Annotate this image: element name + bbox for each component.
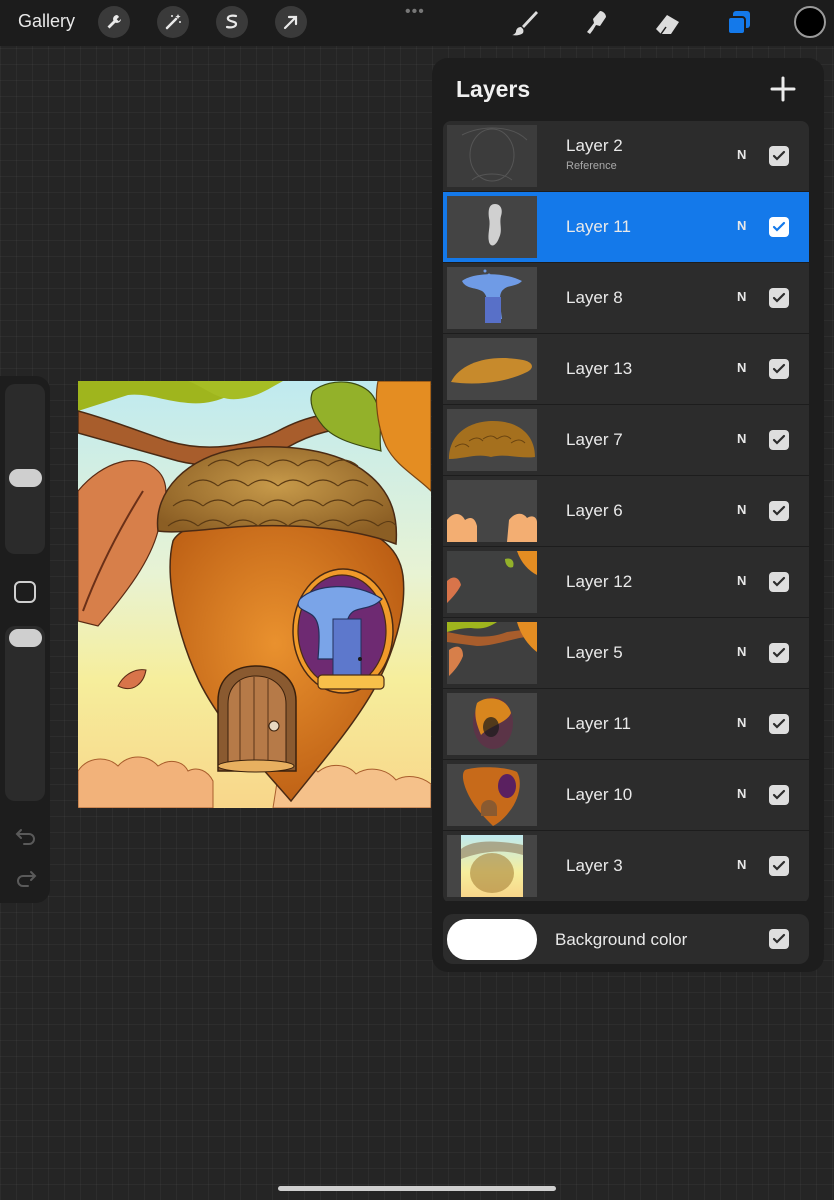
layer-row[interactable]: Layer 6 N bbox=[443, 476, 809, 547]
checkmark-icon bbox=[772, 292, 786, 303]
layer-name: Layer 12 bbox=[566, 572, 633, 591]
layers-icon[interactable] bbox=[722, 6, 756, 40]
layer-thumbnail bbox=[447, 764, 537, 826]
background-color-label: Background color bbox=[555, 930, 688, 949]
checkmark-icon bbox=[772, 363, 786, 374]
layer-thumbnail bbox=[447, 196, 537, 258]
more-options-icon[interactable]: ••• bbox=[405, 3, 425, 21]
visibility-checkbox[interactable] bbox=[769, 785, 789, 805]
layer-thumbnail bbox=[447, 409, 537, 471]
layer-name: Layer 10 bbox=[566, 785, 633, 804]
blend-mode-button[interactable]: N bbox=[737, 289, 746, 304]
layer-name: Layer 3 bbox=[566, 856, 623, 875]
visibility-checkbox[interactable] bbox=[769, 572, 789, 592]
checkmark-icon bbox=[772, 505, 786, 516]
layer-row-selected[interactable]: Layer 11 N bbox=[443, 192, 809, 263]
blend-mode-button[interactable]: N bbox=[737, 147, 746, 162]
checkmark-icon bbox=[772, 647, 786, 658]
layer-row[interactable]: Layer 8 N bbox=[443, 263, 809, 334]
layer-thumbnail bbox=[447, 835, 537, 897]
transform-arrow-icon[interactable] bbox=[275, 6, 307, 38]
blend-mode-button[interactable]: N bbox=[737, 786, 746, 801]
blend-mode-button[interactable]: N bbox=[737, 431, 746, 446]
left-sidebar bbox=[0, 376, 50, 903]
visibility-checkbox[interactable] bbox=[769, 929, 789, 949]
blend-mode-button[interactable]: N bbox=[737, 573, 746, 588]
checkmark-icon bbox=[772, 221, 786, 232]
drawing-canvas[interactable] bbox=[78, 381, 431, 808]
layer-row[interactable]: Layer 2 Reference N bbox=[443, 121, 809, 192]
checkmark-icon bbox=[772, 434, 786, 445]
layer-row[interactable]: Layer 11 N bbox=[443, 689, 809, 760]
smudge-icon[interactable] bbox=[580, 6, 614, 40]
visibility-checkbox[interactable] bbox=[769, 359, 789, 379]
blend-mode-button[interactable]: N bbox=[737, 715, 746, 730]
visibility-checkbox[interactable] bbox=[769, 430, 789, 450]
blend-mode-button[interactable]: N bbox=[737, 218, 746, 233]
gallery-button[interactable]: Gallery bbox=[18, 11, 75, 32]
checkmark-icon bbox=[772, 718, 786, 729]
visibility-checkbox[interactable] bbox=[769, 217, 789, 237]
layer-row[interactable]: Layer 12 N bbox=[443, 547, 809, 618]
checkmark-icon bbox=[772, 933, 786, 944]
top-toolbar: Gallery ••• bbox=[0, 0, 834, 46]
acorn-house-artwork bbox=[78, 381, 431, 808]
eraser-icon[interactable] bbox=[650, 6, 684, 40]
background-color-row[interactable]: Background color bbox=[443, 914, 809, 964]
layer-name: Layer 11 bbox=[566, 714, 631, 733]
layer-row[interactable]: Layer 5 N bbox=[443, 618, 809, 689]
blend-mode-button[interactable]: N bbox=[737, 502, 746, 517]
magic-wand-icon[interactable] bbox=[157, 6, 189, 38]
wrench-icon[interactable] bbox=[98, 6, 130, 38]
modify-button[interactable] bbox=[14, 581, 36, 603]
layer-thumbnail bbox=[447, 338, 537, 400]
visibility-checkbox[interactable] bbox=[769, 714, 789, 734]
background-color-swatch[interactable] bbox=[447, 919, 537, 960]
panel-title: Layers bbox=[456, 76, 531, 102]
visibility-checkbox[interactable] bbox=[769, 288, 789, 308]
undo-icon[interactable] bbox=[13, 823, 39, 849]
selection-icon[interactable] bbox=[216, 6, 248, 38]
layer-thumbnail bbox=[447, 125, 537, 187]
layer-subtitle: Reference bbox=[566, 160, 617, 172]
layer-list: Layer 2 Reference N Layer 11 N Layer 8 N bbox=[443, 121, 809, 903]
layer-name: Layer 7 bbox=[566, 430, 623, 449]
opacity-slider[interactable] bbox=[5, 626, 45, 801]
color-picker-button[interactable] bbox=[794, 6, 826, 38]
visibility-checkbox[interactable] bbox=[769, 146, 789, 166]
checkmark-icon bbox=[772, 789, 786, 800]
visibility-checkbox[interactable] bbox=[769, 501, 789, 521]
home-indicator bbox=[278, 1186, 556, 1191]
layer-name: Layer 6 bbox=[566, 501, 623, 520]
layer-row[interactable]: Layer 10 N bbox=[443, 760, 809, 831]
checkmark-icon bbox=[772, 576, 786, 587]
checkmark-icon bbox=[772, 860, 786, 871]
brush-icon[interactable] bbox=[508, 6, 542, 40]
layers-panel: Layers Layer 2 Reference N Layer 11 N La… bbox=[432, 58, 824, 972]
brush-size-thumb[interactable] bbox=[9, 468, 42, 487]
layer-thumbnail bbox=[447, 551, 537, 613]
checkmark-icon bbox=[772, 150, 786, 161]
blend-mode-button[interactable]: N bbox=[737, 360, 746, 375]
layer-thumbnail bbox=[447, 622, 537, 684]
add-layer-button[interactable] bbox=[768, 74, 798, 104]
layer-name: Layer 8 bbox=[566, 288, 623, 307]
layer-name: Layer 5 bbox=[566, 643, 623, 662]
visibility-checkbox[interactable] bbox=[769, 856, 789, 876]
layer-thumbnail bbox=[447, 480, 537, 542]
visibility-checkbox[interactable] bbox=[769, 643, 789, 663]
layer-thumbnail bbox=[447, 693, 537, 755]
blend-mode-button[interactable]: N bbox=[737, 644, 746, 659]
layer-thumbnail bbox=[447, 267, 537, 329]
layer-name: Layer 11 bbox=[566, 217, 631, 236]
layer-row[interactable]: Layer 13 N bbox=[443, 334, 809, 405]
layer-row[interactable]: Layer 7 N bbox=[443, 405, 809, 476]
layer-name: Layer 2 bbox=[566, 136, 623, 155]
opacity-thumb[interactable] bbox=[9, 629, 42, 648]
blend-mode-button[interactable]: N bbox=[737, 857, 746, 872]
redo-icon[interactable] bbox=[13, 865, 39, 891]
plus-icon bbox=[770, 76, 796, 102]
layer-row[interactable]: Layer 3 N bbox=[443, 831, 809, 902]
layer-name: Layer 13 bbox=[566, 359, 633, 378]
